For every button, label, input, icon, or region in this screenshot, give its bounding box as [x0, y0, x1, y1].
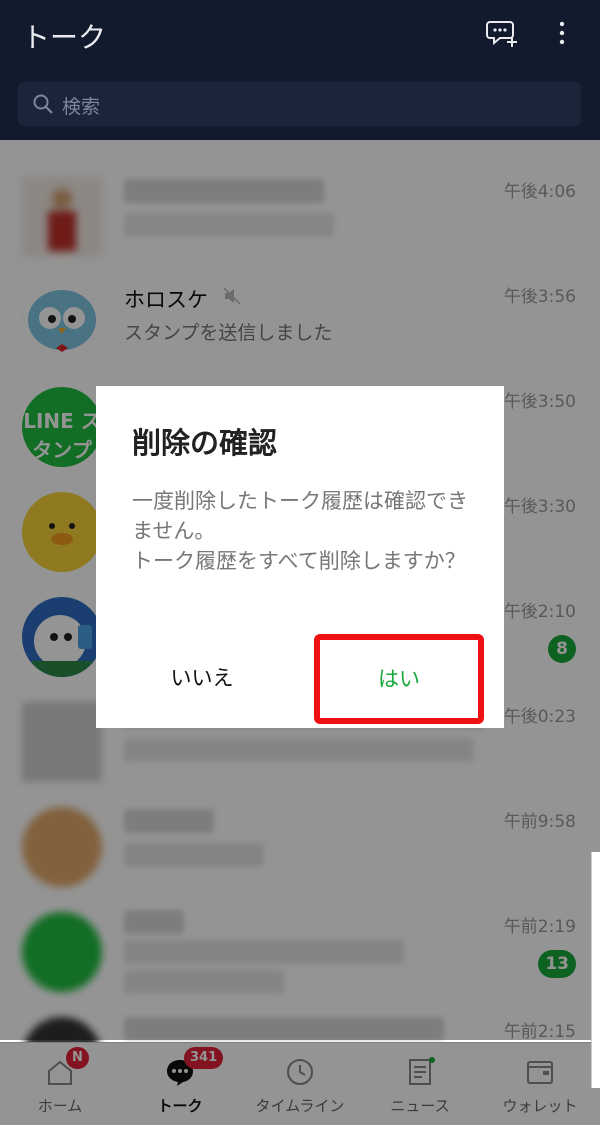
search-icon [32, 93, 54, 119]
confirm-button[interactable]: はい [314, 634, 484, 724]
cancel-button[interactable]: いいえ [132, 648, 272, 708]
more-icon[interactable] [552, 18, 572, 52]
edge-panel-handle[interactable] [591, 852, 600, 1088]
search-bar[interactable]: 検索 [18, 82, 581, 126]
dialog-message: 一度削除したトーク履歴は確認できません。 トーク履歴をすべて削除しますか？ [132, 489, 468, 573]
top-header: トーク 検索 [0, 0, 600, 140]
search-placeholder: 検索 [62, 96, 101, 118]
page-title: トーク [22, 21, 107, 54]
dialog-title: 削除の確認 [132, 426, 278, 460]
delete-confirm-dialog: 削除の確認 一度削除したトーク履歴は確認できません。 トーク履歴をすべて削除します… [96, 386, 504, 728]
new-chat-icon[interactable] [486, 18, 518, 52]
modal-backdrop-bottom[interactable] [0, 1042, 600, 1125]
